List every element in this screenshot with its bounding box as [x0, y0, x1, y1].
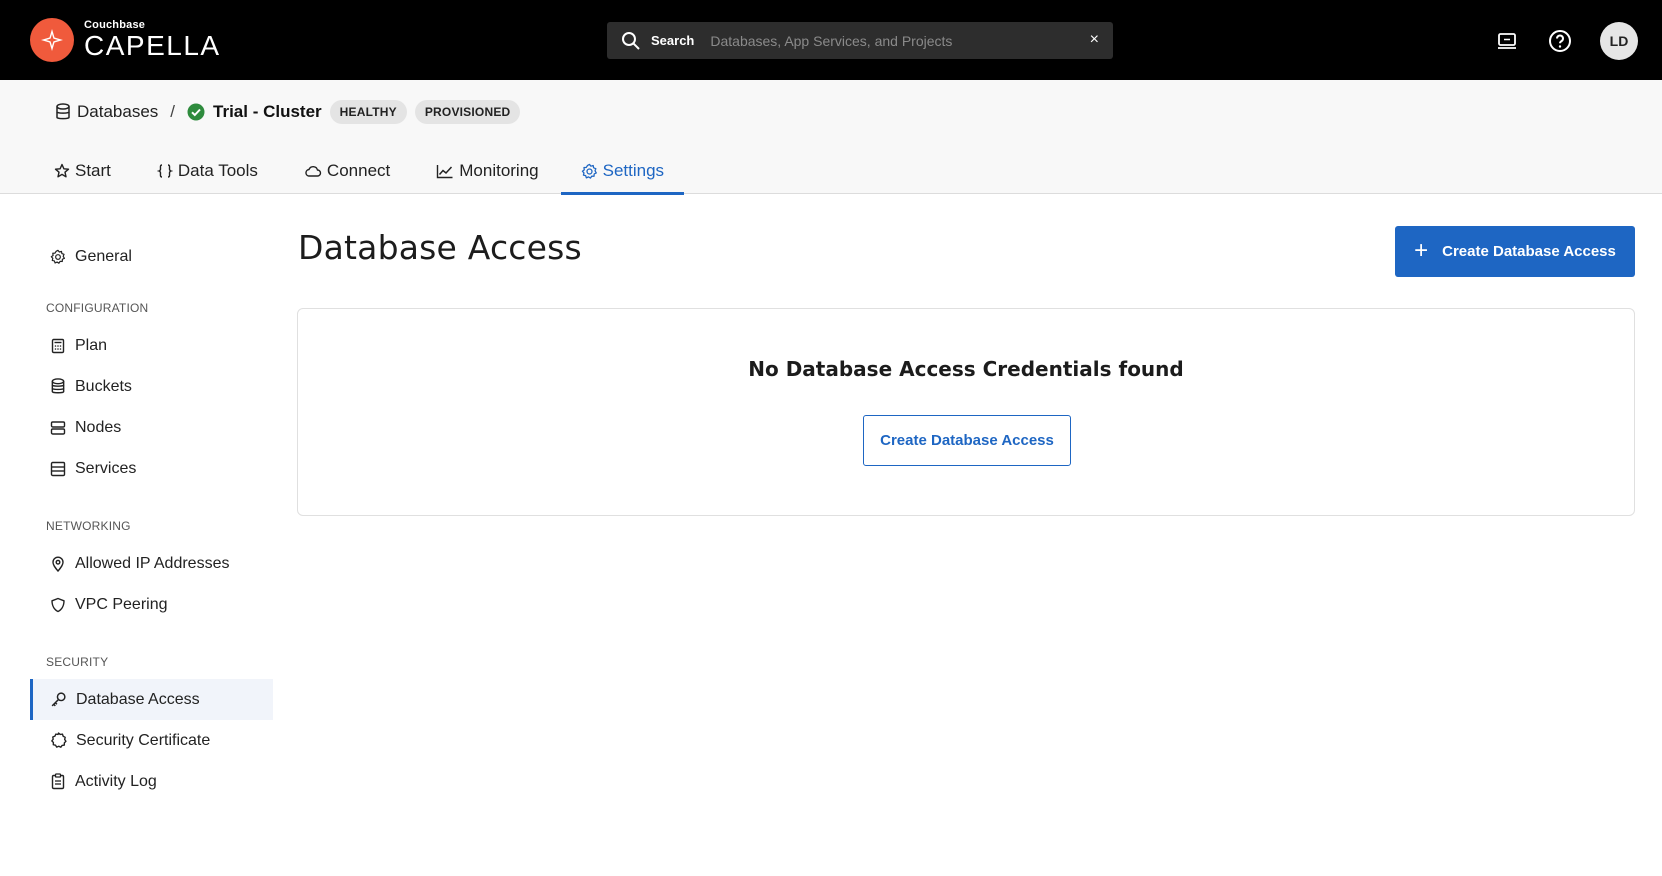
page-title: Database Access [298, 228, 582, 267]
cluster-header: Databases / Trial - Cluster HEALTHY PROV… [0, 80, 1662, 195]
cloud-icon [305, 166, 322, 177]
sidebar-item-label: Activity Log [75, 772, 157, 790]
capella-logo-icon [30, 18, 74, 62]
breadcrumb-separator: / [170, 102, 176, 121]
sidebar-item-label: Services [75, 459, 137, 477]
feedback-button[interactable] [1489, 23, 1525, 59]
empty-state-card: No Database Access Credentials found Cre… [297, 308, 1635, 516]
database-icon [51, 378, 65, 394]
sidebar-item-label: General [75, 247, 132, 265]
sidebar-item-general[interactable]: General [30, 236, 273, 277]
tab-start[interactable]: Start [50, 148, 115, 194]
plus-icon: + [1414, 236, 1429, 264]
sidebar-item-label: Allowed IP Addresses [75, 554, 230, 572]
top-bar: Couchbase CAPELLA Search × LD [0, 0, 1662, 80]
sidebar-section-security: SECURITY [46, 655, 109, 669]
user-avatar[interactable]: LD [1600, 22, 1638, 60]
status-badge-healthy: HEALTHY [329, 100, 407, 124]
gear-icon [581, 163, 597, 179]
server-icon [50, 420, 66, 435]
sidebar-item-label: Plan [75, 336, 108, 354]
tab-monitoring[interactable]: Monitoring [432, 148, 542, 194]
chart-line-icon [437, 165, 453, 179]
tab-connect[interactable]: Connect [300, 148, 394, 194]
breadcrumb-databases-link[interactable]: Databases [55, 102, 158, 122]
sidebar-item-vpc-peering[interactable]: VPC Peering [30, 584, 273, 625]
screen-icon [1498, 33, 1516, 49]
breadcrumb: Databases / Trial - Cluster HEALTHY PROV… [55, 100, 521, 124]
search-input[interactable] [710, 32, 1071, 49]
braces-icon [156, 164, 173, 178]
empty-state-title: No Database Access Credentials found [748, 357, 1184, 381]
tab-connect-label: Connect [326, 161, 391, 180]
help-icon [1549, 30, 1571, 52]
sidebar-item-services[interactable]: Services [30, 448, 273, 489]
tab-settings-label: Settings [602, 161, 665, 180]
sidebar-item-label: Security Certificate [76, 731, 211, 749]
search-icon [622, 31, 640, 50]
calculator-icon [51, 338, 65, 353]
database-icon [56, 103, 70, 120]
tab-settings[interactable]: Settings [560, 148, 685, 195]
global-search[interactable]: Search × [607, 22, 1113, 59]
sidebar-item-label: Buckets [75, 377, 132, 395]
tab-start-label: Start [75, 161, 111, 180]
sidebar-item-activity-log[interactable]: Activity Log [30, 761, 273, 802]
sidebar-item-buckets[interactable]: Buckets [30, 366, 273, 407]
star-icon [54, 163, 70, 178]
status-badge-provisioned: PROVISIONED [414, 100, 521, 124]
sidebar-section-networking: NETWORKING [46, 519, 131, 533]
clear-search-icon[interactable]: × [1090, 31, 1099, 49]
certificate-badge-icon [51, 732, 67, 748]
gear-icon [50, 249, 65, 264]
shield-icon [51, 597, 65, 612]
empty-state-create-button[interactable]: Create Database Access [863, 415, 1071, 466]
stack-icon [50, 461, 66, 476]
sidebar-item-label: VPC Peering [75, 595, 168, 613]
capella-logo[interactable]: Couchbase CAPELLA [30, 18, 221, 62]
tab-data-tools[interactable]: Data Tools [153, 148, 262, 194]
create-database-access-button[interactable]: + Create Database Access [1395, 226, 1635, 277]
healthy-check-icon [187, 103, 205, 121]
sidebar-section-configuration: CONFIGURATION [46, 301, 149, 315]
cluster-tabs: Start Data Tools Connect Monitoring Sett… [50, 148, 685, 195]
clipboard-icon [51, 773, 65, 790]
sidebar-item-allowed-ip-addresses[interactable]: Allowed IP Addresses [30, 543, 273, 584]
help-button[interactable] [1542, 23, 1578, 59]
sidebar-item-plan[interactable]: Plan [30, 325, 273, 366]
key-icon [51, 692, 66, 707]
breadcrumb-databases-label: Databases [77, 102, 159, 121]
search-label: Search [651, 33, 695, 48]
sidebar-item-label: Nodes [75, 418, 122, 436]
create-database-access-label: Create Database Access [1442, 243, 1616, 260]
settings-sidebar: General CONFIGURATION Plan Buckets Nodes… [30, 236, 273, 802]
map-pin-icon [52, 556, 64, 572]
sidebar-item-label: Database Access [76, 690, 200, 708]
cluster-name-label: Trial - Cluster [213, 102, 322, 121]
sidebar-item-nodes[interactable]: Nodes [30, 407, 273, 448]
cluster-name: Trial - Cluster [187, 102, 322, 122]
sidebar-item-database-access[interactable]: Database Access [30, 679, 273, 720]
brand-name: CAPELLA [84, 30, 221, 61]
tab-monitoring-label: Monitoring [459, 161, 539, 180]
tab-data-tools-label: Data Tools [177, 161, 258, 180]
sidebar-item-security-certificate[interactable]: Security Certificate [30, 720, 273, 761]
